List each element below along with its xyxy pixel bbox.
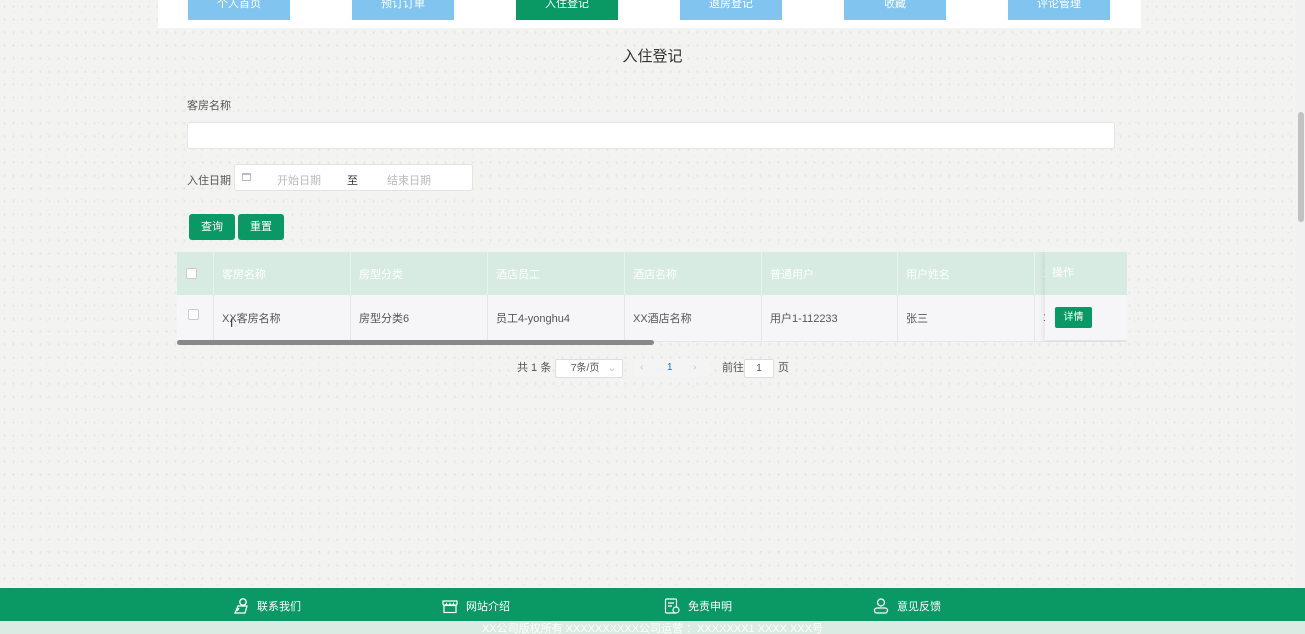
table-cell: 房型分类6 — [351, 295, 488, 341]
nav-item-checkin[interactable]: 入住登记 — [516, 0, 618, 20]
nav-item-comments[interactable]: 评论管理 — [1008, 0, 1110, 20]
document-icon — [664, 598, 680, 614]
table-row[interactable]: XX客房名称 房型分类6 员工4-yonghu4 XX酒店名称 用户1-1122… — [177, 295, 1127, 342]
data-table: 客房名称 房型分类 酒店员工 酒店名称 普通用户 用户姓名 1 XX客房名称 房… — [177, 252, 1127, 342]
nav-item-home[interactable]: 个人首页 — [188, 0, 290, 20]
footer-contact-us[interactable]: 联系我们 — [232, 596, 301, 616]
page-unit-label: 页 — [778, 362, 789, 374]
footer: 联系我们 网站介绍 免责申明 意见反馈 XX公司版权所有 XXXXXXXXXX公… — [0, 588, 1305, 634]
column-header[interactable]: 房型分类 — [351, 252, 488, 295]
chevron-down-icon: ⌄ — [607, 363, 616, 374]
row-select[interactable] — [177, 295, 214, 341]
prev-page-icon[interactable]: ‹ — [640, 362, 643, 374]
detail-button[interactable]: 详情 — [1055, 307, 1092, 328]
table-cell: 员工4-yonghu4 — [488, 295, 625, 341]
contact-icon — [234, 598, 248, 614]
operation-header: 操作 — [1045, 252, 1127, 295]
start-date-input[interactable]: 开始日期 — [277, 172, 321, 188]
text-cursor-icon: I — [230, 316, 234, 330]
column-header[interactable]: 酒店名称 — [625, 252, 762, 295]
footer-item-label: 意见反馈 — [897, 601, 941, 613]
page-scrollbar-thumb[interactable] — [1298, 112, 1304, 222]
checkin-date-label: 入住日期 — [187, 175, 231, 187]
table-cell: XX酒店名称 — [625, 295, 762, 341]
column-header[interactable]: 酒店员工 — [488, 252, 625, 295]
footer-site-intro[interactable]: 网站介绍 — [441, 596, 510, 616]
nav-item-orders[interactable]: 预订订单 — [352, 0, 454, 20]
current-page[interactable]: 1 — [667, 362, 673, 374]
checkin-date-range[interactable]: 开始日期 至 结束日期 — [234, 164, 473, 191]
row-checkbox[interactable] — [188, 309, 199, 320]
footer-feedback[interactable]: 意见反馈 — [872, 596, 941, 616]
page-title: 入住登记 — [622, 48, 683, 65]
pagination-controls: ‹ 1 › — [634, 359, 710, 378]
goto-page-input[interactable]: 1 — [744, 359, 774, 378]
footer-item-label: 免责申明 — [688, 601, 732, 613]
room-name-input[interactable] — [187, 122, 1115, 149]
goto-label: 前往 — [722, 362, 744, 374]
page-size-select[interactable]: 7条/页 ⌄ — [555, 359, 623, 378]
query-button[interactable]: 查询 — [189, 214, 235, 240]
store-icon — [442, 600, 458, 614]
column-header[interactable]: 普通用户 — [762, 252, 898, 295]
page-size-value: 7条/页 — [571, 363, 600, 374]
next-page-icon[interactable]: › — [693, 362, 696, 374]
top-nav: 个人首页 预订订单 入住登记 退房登记 收藏 评论管理 — [158, 0, 1141, 28]
footer-item-label: 网站介绍 — [466, 601, 510, 613]
page-scrollbar[interactable] — [1297, 0, 1305, 588]
room-name-label: 客房名称 — [187, 100, 231, 112]
footer-item-label: 联系我们 — [257, 601, 301, 613]
calendar-icon — [242, 173, 251, 181]
operation-cell: 详情 — [1045, 295, 1127, 341]
table-cell: 张三 — [898, 295, 1035, 341]
range-separator: 至 — [347, 175, 358, 187]
user-icon — [873, 598, 889, 614]
operation-column: 操作 详情 — [1045, 252, 1127, 341]
table-header: 客房名称 房型分类 酒店员工 酒店名称 普通用户 用户姓名 1 — [177, 252, 1127, 295]
table-cell: 用户1-112233 — [762, 295, 898, 341]
copyright-text: XX公司版权所有 XXXXXXXXXX公司运营 ：XXXXXXX1 XXXX X… — [481, 623, 824, 634]
footer-disclaimer[interactable]: 免责申明 — [663, 596, 732, 616]
column-header[interactable]: 客房名称 — [214, 252, 351, 295]
column-header[interactable]: 用户姓名 — [898, 252, 1035, 295]
reset-button[interactable]: 重置 — [238, 214, 284, 240]
header-select-all[interactable] — [177, 252, 214, 295]
nav-item-checkout[interactable]: 退房登记 — [680, 0, 782, 20]
end-date-input[interactable]: 结束日期 — [387, 172, 431, 188]
table-horizontal-scrollbar[interactable] — [177, 340, 654, 345]
pagination-total: 共 1 条 — [517, 362, 552, 374]
select-all-checkbox[interactable] — [186, 268, 197, 279]
nav-item-favorites[interactable]: 收藏 — [844, 0, 946, 20]
